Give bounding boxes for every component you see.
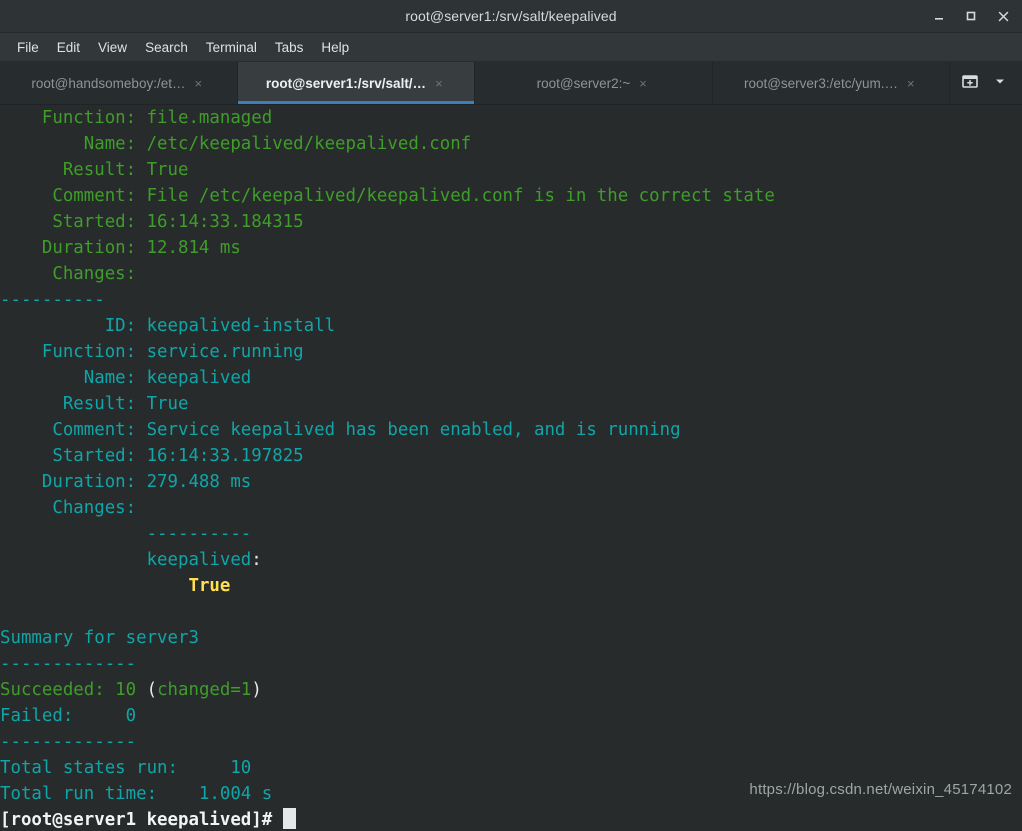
text-cursor	[282, 808, 296, 829]
terminal-text: Changes:	[0, 498, 168, 518]
terminal-line: -------------	[0, 729, 1022, 755]
menu-item-search[interactable]: Search	[136, 37, 197, 58]
tab-server3[interactable]: root@server3:/etc/yum.… ×	[713, 62, 950, 104]
title-bar: root@server1:/srv/salt/keepalived	[0, 0, 1022, 33]
terminal-text: Summary for server3	[0, 628, 199, 648]
terminal-text: changed=1	[157, 680, 252, 700]
maximize-icon	[965, 10, 977, 22]
tab-actions	[950, 62, 1022, 104]
terminal-output: Function: file.managed Name: /etc/keepal…	[0, 105, 1022, 831]
terminal-line: Comment: File /etc/keepalived/keepalived…	[0, 183, 1022, 209]
menu-item-file[interactable]: File	[8, 37, 48, 58]
terminal-line: Succeeded: 10 (changed=1)	[0, 677, 1022, 703]
tab-close-icon[interactable]: ×	[636, 76, 650, 91]
tab-close-icon[interactable]: ×	[191, 76, 205, 91]
tab-label: root@handsomeboy:/et…	[31, 75, 186, 91]
terminal-text: Function: service.running	[0, 342, 304, 362]
terminal-text: Failed: 0	[0, 706, 137, 726]
terminal-text: Succeeded: 10	[0, 680, 147, 700]
tab-server2[interactable]: root@server2:~ ×	[475, 62, 713, 104]
terminal-line: Duration: 12.814 ms	[0, 235, 1022, 261]
terminal-text: :	[251, 550, 262, 570]
terminal-text: -------------	[0, 654, 137, 674]
terminal-text: Result: True	[0, 394, 189, 414]
terminal-text: Duration: 279.488 ms	[0, 472, 252, 492]
terminal-text: Name: keepalived	[0, 368, 252, 388]
terminal-text: keepalived	[0, 550, 252, 570]
terminal-text: Total run time: 1.004 s	[0, 784, 273, 804]
terminal-text: Started: 16:14:33.184315	[0, 212, 304, 232]
tab-label: root@server2:~	[536, 75, 631, 91]
terminal-line: Changes:	[0, 261, 1022, 287]
terminal-text: Comment: Service keepalived has been ena…	[0, 420, 681, 440]
tab-list-dropdown-button[interactable]	[986, 69, 1014, 97]
terminal-line: Comment: Service keepalived has been ena…	[0, 417, 1022, 443]
tab-server1[interactable]: root@server1:/srv/salt/… ×	[237, 62, 475, 104]
menu-bar: File Edit View Search Terminal Tabs Help	[0, 33, 1022, 62]
terminal-text: )	[251, 680, 262, 700]
shell-prompt-line[interactable]: [root@server1 keepalived]#	[0, 807, 1022, 831]
tab-close-icon[interactable]: ×	[904, 76, 918, 91]
terminal-text: Duration: 12.814 ms	[0, 238, 241, 258]
menu-item-tabs[interactable]: Tabs	[266, 37, 313, 58]
new-tab-icon	[961, 72, 979, 95]
terminal-line: Function: service.running	[0, 339, 1022, 365]
terminal-line: Started: 16:14:33.184315	[0, 209, 1022, 235]
tab-handsomeboy[interactable]: root@handsomeboy:/et… ×	[0, 62, 238, 104]
menu-item-view[interactable]: View	[89, 37, 136, 58]
terminal-line: ID: keepalived-install	[0, 313, 1022, 339]
new-tab-button[interactable]	[956, 69, 984, 97]
terminal-line: Duration: 279.488 ms	[0, 469, 1022, 495]
terminal-text: (	[146, 680, 158, 700]
menu-item-help[interactable]: Help	[312, 37, 358, 58]
terminal-text: Name: /etc/keepalived/keepalived.conf	[0, 134, 472, 154]
terminal-line: keepalived:	[0, 547, 1022, 573]
terminal-text: Started: 16:14:33.197825	[0, 446, 304, 466]
menu-item-terminal[interactable]: Terminal	[197, 37, 266, 58]
minimize-button[interactable]	[924, 2, 954, 30]
window-controls	[924, 0, 1018, 32]
terminal-line: Result: True	[0, 157, 1022, 183]
terminal-line: Summary for server3	[0, 625, 1022, 651]
terminal-text: Comment: File /etc/keepalived/keepalived…	[0, 186, 775, 206]
terminal-line: ----------	[0, 287, 1022, 313]
tab-close-icon[interactable]: ×	[432, 76, 446, 91]
terminal-text: ----------	[0, 290, 105, 310]
maximize-button[interactable]	[956, 2, 986, 30]
terminal-line: Failed: 0	[0, 703, 1022, 729]
terminal-line: Started: 16:14:33.197825	[0, 443, 1022, 469]
terminal-text: True	[188, 576, 231, 596]
chevron-down-icon	[993, 74, 1007, 93]
terminal-line: Changes:	[0, 495, 1022, 521]
terminal-text: -------------	[0, 732, 137, 752]
terminal-screen[interactable]: Function: file.managed Name: /etc/keepal…	[0, 105, 1022, 831]
terminal-line: ----------	[0, 521, 1022, 547]
terminal-text: Result: True	[0, 160, 189, 180]
terminal-line: True	[0, 573, 1022, 599]
terminal-text: Changes:	[0, 264, 168, 284]
terminal-text: ----------	[0, 524, 252, 544]
close-button[interactable]	[988, 2, 1018, 30]
close-icon	[997, 10, 1010, 23]
window-title: root@server1:/srv/salt/keepalived	[405, 8, 617, 24]
terminal-line: Name: /etc/keepalived/keepalived.conf	[0, 131, 1022, 157]
terminal-window: root@server1:/srv/salt/keepalived File E…	[0, 0, 1022, 831]
watermark-text: https://blog.csdn.net/weixin_45174102	[749, 781, 1012, 798]
minimize-icon	[933, 10, 945, 22]
tab-label: root@server1:/srv/salt/…	[265, 75, 427, 91]
terminal-line: Result: True	[0, 391, 1022, 417]
tab-bar: root@handsomeboy:/et… × root@server1:/sr…	[0, 62, 1022, 105]
menu-item-edit[interactable]: Edit	[48, 37, 89, 58]
shell-prompt: [root@server1 keepalived]#	[0, 810, 283, 830]
terminal-line: Name: keepalived	[0, 365, 1022, 391]
tab-label: root@server3:/etc/yum.…	[743, 75, 898, 91]
terminal-line: Function: file.managed	[0, 105, 1022, 131]
terminal-line: -------------	[0, 651, 1022, 677]
terminal-text: Function: file.managed	[0, 108, 273, 128]
terminal-text: Total states run: 10	[0, 758, 252, 778]
terminal-text: ID: keepalived-install	[0, 316, 336, 336]
